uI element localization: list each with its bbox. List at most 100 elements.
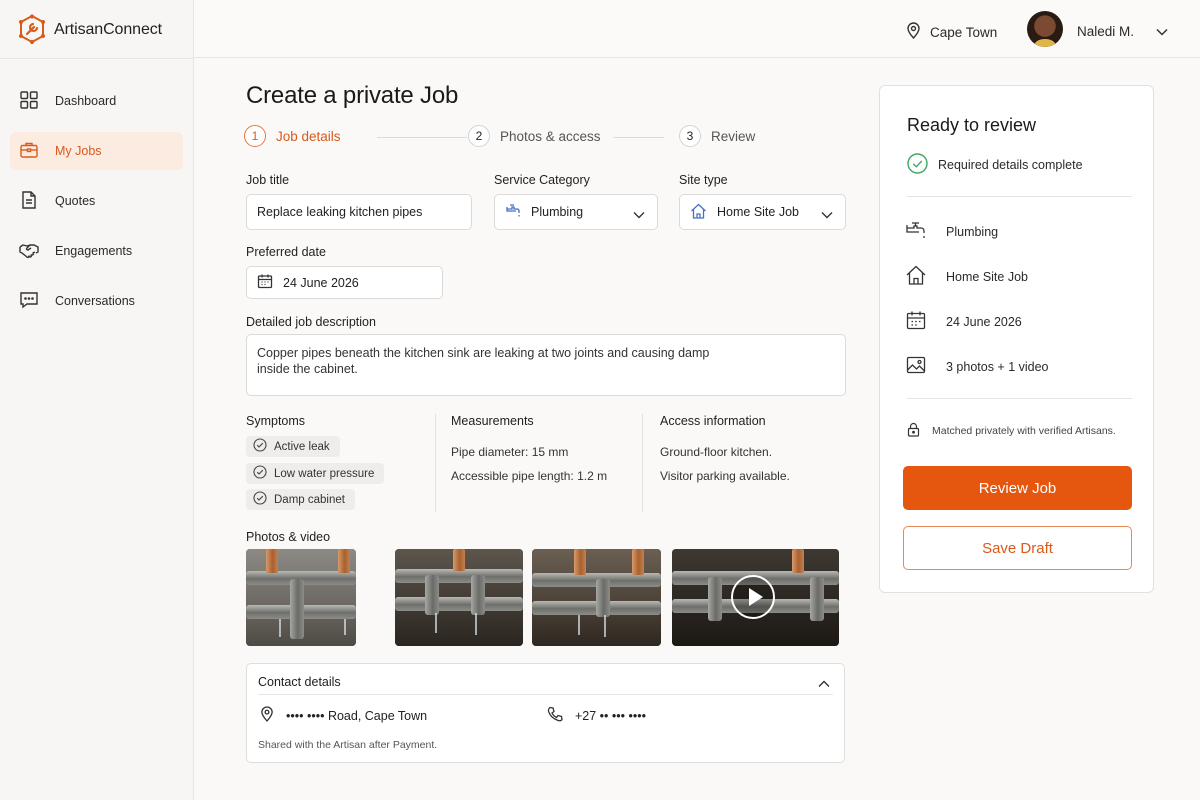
service-category-label: Service Category <box>494 173 590 187</box>
description-label: Detailed job description <box>246 315 376 329</box>
page-title: Create a private Job <box>246 82 459 109</box>
step-review[interactable]: 3 Review <box>679 125 755 147</box>
sidebar-item-conversations[interactable]: Conversations <box>10 282 183 320</box>
check-circle-icon <box>253 438 267 455</box>
measurement-line: Pipe diameter: 15 mm <box>451 445 569 459</box>
photo-thumbnail[interactable] <box>246 549 356 646</box>
divider <box>258 694 833 695</box>
sidebar-item-label: Conversations <box>55 294 135 308</box>
divider <box>0 58 194 59</box>
phone-icon <box>547 706 563 725</box>
step-number: 3 <box>679 125 701 147</box>
sidebar-item-label: Quotes <box>55 194 96 208</box>
brand-name: ArtisanConnect <box>54 21 162 38</box>
chat-icon <box>19 290 39 313</box>
description-textarea[interactable]: Copper pipes beneath the kitchen sink ar… <box>246 334 846 396</box>
home-icon <box>905 264 927 289</box>
location-selector[interactable]: Cape Town <box>906 22 997 42</box>
summary-text: Home Site Job <box>946 269 1028 284</box>
contact-address: •••• •••• Road, Cape Town <box>260 706 427 725</box>
symptom-text: Low water pressure <box>274 467 375 480</box>
step-label: Job details <box>276 128 341 144</box>
check-circle-icon <box>253 465 267 482</box>
user-name[interactable]: Naledi M. <box>1077 24 1134 39</box>
chevron-down-icon[interactable] <box>1156 24 1168 39</box>
summary-row: 3 photos + 1 video <box>905 354 1049 379</box>
video-thumbnail[interactable] <box>672 549 839 646</box>
step-label: Photos & access <box>500 128 601 144</box>
chevron-up-icon[interactable] <box>818 676 830 691</box>
site-type-label: Site type <box>679 173 728 187</box>
contact-phone: +27 •• ••• •••• <box>547 706 646 725</box>
sidebar-item-dashboard[interactable]: Dashboard <box>10 82 183 120</box>
site-type-value: Home Site Job <box>717 205 799 219</box>
sidebar-item-quotes[interactable]: Quotes <box>10 182 183 220</box>
photo-thumbnail[interactable] <box>395 549 523 646</box>
summary-row: Plumbing <box>905 219 998 244</box>
access-label: Access information <box>660 414 766 428</box>
image-icon <box>905 354 927 379</box>
contact-address-value: •••• •••• Road, Cape Town <box>286 708 428 723</box>
step-number: 2 <box>468 125 490 147</box>
status-complete: Required details complete <box>907 153 1083 177</box>
privacy-note-text: Matched privately with verified Artisans… <box>932 425 1116 437</box>
job-title-input[interactable]: Replace leaking kitchen pipes <box>246 194 472 230</box>
summary-text: 3 photos + 1 video <box>946 359 1049 374</box>
step-photos-access[interactable]: 2 Photos & access <box>468 125 601 147</box>
play-icon[interactable] <box>731 575 775 619</box>
sidebar-item-label: Engagements <box>55 244 133 258</box>
check-circle-icon <box>907 153 928 177</box>
location-label: Cape Town <box>930 24 998 40</box>
sidebar-item-label: My Jobs <box>55 144 102 158</box>
service-category-select[interactable]: Plumbing <box>494 194 658 230</box>
symptom-chip[interactable]: Active leak <box>246 436 340 457</box>
lock-icon <box>907 422 920 440</box>
review-job-button[interactable]: Review Job <box>903 466 1132 510</box>
chevron-down-icon <box>821 208 833 222</box>
step-job-details[interactable]: 1 Job details <box>244 125 341 147</box>
preferred-date-input[interactable]: 24 June 2026 <box>246 266 443 299</box>
step-connector <box>377 137 467 138</box>
symptom-text: Damp cabinet <box>274 493 345 506</box>
description-line: Copper pipes beneath the kitchen sink ar… <box>257 346 710 360</box>
divider <box>907 196 1132 197</box>
chevron-down-icon <box>633 208 645 222</box>
sidebar-item-my-jobs[interactable]: My Jobs <box>10 132 183 170</box>
photo-thumbnail[interactable] <box>532 549 661 646</box>
brand[interactable]: ArtisanConnect <box>18 14 162 46</box>
document-icon <box>19 190 39 213</box>
description-line: inside the cabinet. <box>257 362 358 376</box>
divider <box>907 398 1132 399</box>
measurements-label: Measurements <box>451 414 534 428</box>
contact-details-label: Contact details <box>258 675 341 689</box>
job-title-value: Replace leaking kitchen pipes <box>257 205 423 219</box>
map-pin-icon <box>906 22 921 42</box>
summary-text: Plumbing <box>946 224 999 239</box>
check-circle-icon <box>253 491 267 508</box>
logo-icon <box>18 14 46 47</box>
calendar-icon <box>257 273 273 292</box>
save-draft-button[interactable]: Save Draft <box>903 526 1132 570</box>
review-panel: Ready to review Required details complet… <box>879 85 1154 593</box>
symptom-chip[interactable]: Low water pressure <box>246 463 385 484</box>
summary-row: Home Site Job <box>905 264 1028 289</box>
avatar[interactable] <box>1027 11 1063 47</box>
sidebar: ArtisanConnect Dashboard My Jobs Quotes … <box>0 0 194 800</box>
summary-row: 24 June 2026 <box>905 309 1022 334</box>
site-type-select[interactable]: Home Site Job <box>679 194 846 230</box>
calendar-icon <box>905 309 927 334</box>
step-connector <box>614 137 664 138</box>
service-category-value: Plumbing <box>531 205 584 219</box>
step-label: Review <box>711 128 756 144</box>
summary-text: 24 June 2026 <box>946 314 1022 329</box>
sidebar-nav: Dashboard My Jobs Quotes Engagements Con… <box>10 82 183 332</box>
symptom-chip[interactable]: Damp cabinet <box>246 489 355 510</box>
access-line: Ground-floor kitchen. <box>660 445 773 459</box>
privacy-note: Matched privately with verified Artisans… <box>907 422 1116 440</box>
sidebar-item-engagements[interactable]: Engagements <box>10 232 183 270</box>
stepper: 1 Job details 2 Photos & access 3 Review <box>244 125 854 149</box>
step-number: 1 <box>244 125 266 147</box>
status-text: Required details complete <box>938 158 1083 172</box>
divider <box>435 414 436 512</box>
media-label: Photos & video <box>246 530 331 544</box>
